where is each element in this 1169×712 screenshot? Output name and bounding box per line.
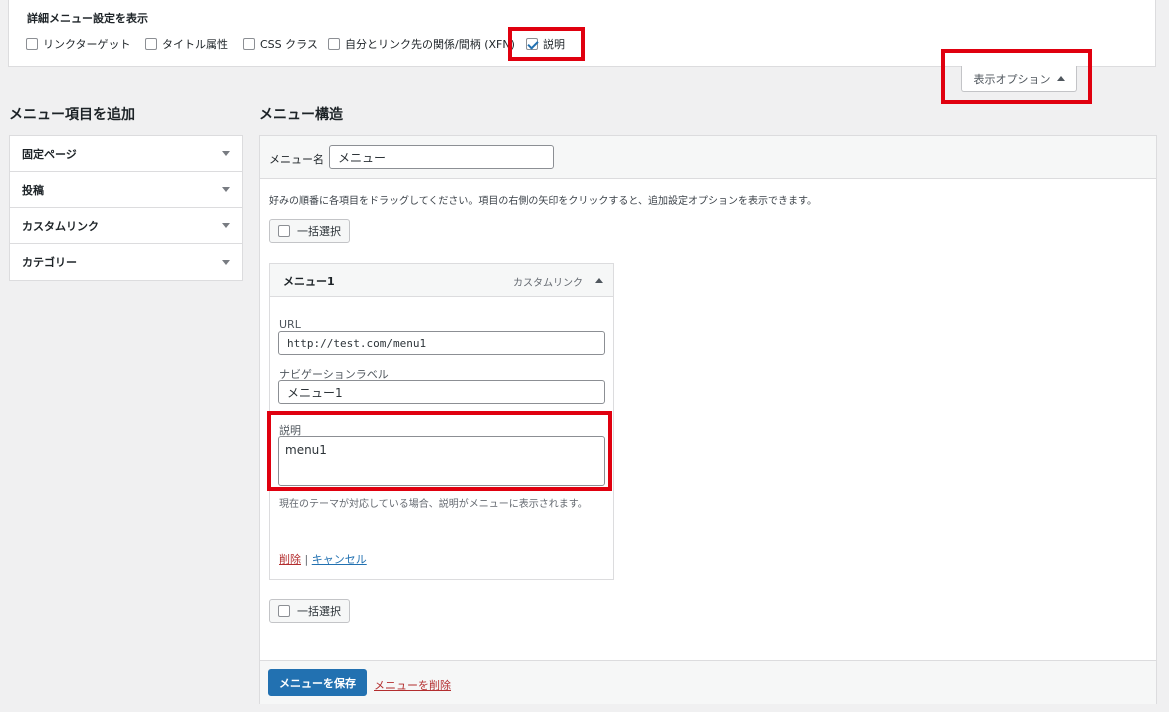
actions-separator: | <box>304 553 309 566</box>
menu-item-type: カスタムリンク <box>513 278 583 289</box>
accordion-label: カスタムリンク <box>22 219 99 233</box>
highlight-description-option <box>508 27 585 61</box>
delete-item-link[interactable]: 削除 <box>279 553 301 566</box>
description-help: 現在のテーマが対応している場合、説明がメニューに表示されます。 <box>279 499 588 510</box>
accordion-categories[interactable]: カテゴリー <box>10 244 242 280</box>
option-label: リンクターゲット <box>43 38 131 51</box>
option-link-target[interactable]: リンクターゲット <box>26 36 131 52</box>
accordion-pages[interactable]: 固定ページ <box>10 136 242 172</box>
bulk-select-top[interactable]: 一括選択 <box>269 219 350 243</box>
option-xfn[interactable]: 自分とリンク先の関係/間柄 (XFN) <box>328 36 515 52</box>
highlight-description-field <box>267 411 612 491</box>
collapse-arrow-icon[interactable] <box>595 278 603 283</box>
chevron-down-icon <box>222 187 230 192</box>
css-classes-checkbox[interactable] <box>243 38 255 50</box>
menu-structure-heading: メニュー構造 <box>259 107 343 123</box>
chevron-down-icon <box>222 151 230 156</box>
menu-name-value: メニュー <box>338 150 387 165</box>
url-value: http://test.com/menu1 <box>287 336 427 350</box>
cancel-link[interactable]: キャンセル <box>312 553 367 566</box>
menu-item-title: メニュー1 <box>283 275 335 288</box>
highlight-screen-options <box>941 49 1092 104</box>
delete-menu-link[interactable]: メニューを削除 <box>374 677 451 693</box>
bulk-select-checkbox[interactable] <box>278 225 290 237</box>
save-menu-button[interactable]: メニューを保存 <box>268 669 367 696</box>
url-label: URL <box>279 318 301 331</box>
chevron-down-icon <box>222 259 230 265</box>
option-label: CSS クラス <box>260 38 318 51</box>
menu-name-label: メニュー名 <box>269 153 324 166</box>
accordion-custom-links[interactable]: カスタムリンク <box>10 208 242 244</box>
drag-instructions: 好みの順番に各項目をドラッグしてください。項目の右側の矢印をクリックすると、追加… <box>269 196 817 207</box>
option-css-classes[interactable]: CSS クラス <box>243 36 318 52</box>
add-items-heading: メニュー項目を追加 <box>9 107 135 123</box>
accordion-label: カテゴリー <box>22 256 77 269</box>
bulk-select-checkbox[interactable] <box>278 605 290 617</box>
accordion-posts[interactable]: 投稿 <box>10 172 242 208</box>
menu-footer: メニューを保存 メニューを削除 <box>260 660 1156 704</box>
nav-label-value: メニュー1 <box>287 385 343 400</box>
accordion-label: 固定ページ <box>22 147 77 161</box>
option-label: 自分とリンク先の関係/間柄 (XFN) <box>345 38 515 51</box>
screen-options-title: 詳細メニュー設定を表示 <box>27 12 148 25</box>
link-target-checkbox[interactable] <box>26 38 38 50</box>
chevron-down-icon <box>222 223 230 228</box>
accordion-label: 投稿 <box>22 183 44 197</box>
bulk-select-bottom[interactable]: 一括選択 <box>269 599 350 623</box>
menu-item-bar[interactable]: メニュー1 カスタムリンク <box>270 264 613 297</box>
url-input[interactable]: http://test.com/menu1 <box>278 331 605 355</box>
bulk-select-label: 一括選択 <box>297 605 341 618</box>
nav-label-input[interactable]: メニュー1 <box>278 380 605 404</box>
add-items-accordion: 固定ページ 投稿 カスタムリンク カテゴリー <box>9 135 243 281</box>
xfn-checkbox[interactable] <box>328 38 340 50</box>
option-label: タイトル属性 <box>162 38 228 51</box>
item-actions: 削除 | キャンセル <box>279 551 367 567</box>
option-title-attribute[interactable]: タイトル属性 <box>145 36 228 52</box>
menu-name-input[interactable]: メニュー <box>329 145 554 169</box>
menu-header: メニュー名 メニュー <box>260 136 1156 179</box>
bulk-select-label: 一括選択 <box>297 225 341 238</box>
title-attribute-checkbox[interactable] <box>145 38 157 50</box>
